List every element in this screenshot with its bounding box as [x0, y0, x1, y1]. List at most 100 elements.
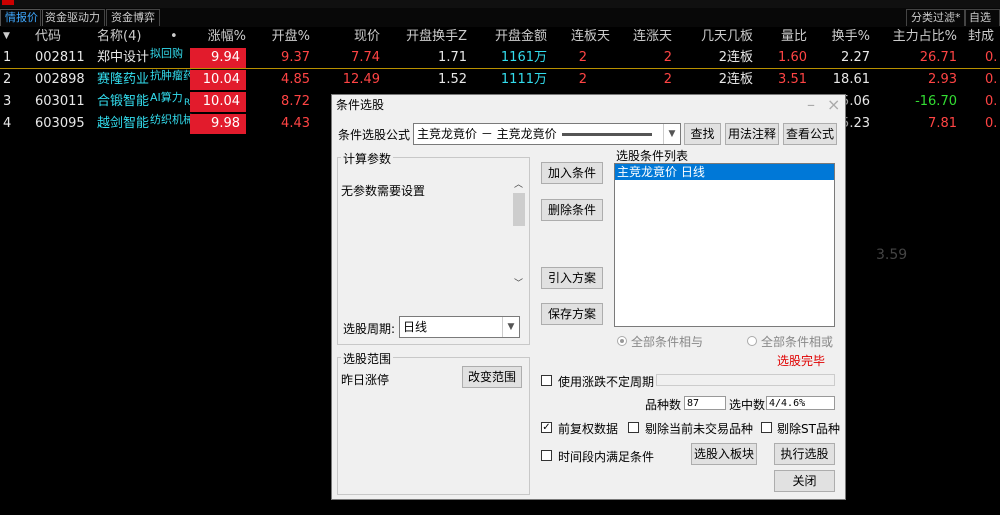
row-tag: 纺织机械 [150, 113, 194, 126]
tab-bar: 情报价 资金驱动力 资金博弈 分类过滤* 自选股 [0, 8, 1000, 40]
stock-screener-dialog: 条件选股 – × 条件选股公式 主竞龙竟价 － 主竞龙竟价 ▼ 查找 用法注释 … [331, 94, 846, 500]
scroll-down-icon[interactable]: ﹀ [514, 276, 523, 289]
adjust-label: 前复权数据 [558, 422, 619, 436]
chevron-down-icon[interactable]: ▼ [502, 317, 519, 337]
minimize-icon[interactable]: – [807, 95, 815, 115]
row-main-ratio: 26.71 [919, 50, 957, 65]
list-item[interactable]: 主竞龙竟价 日线 [615, 164, 834, 180]
exclude-st-label: 剔除ST品种 [777, 422, 840, 436]
scroll-up-icon[interactable]: ︿ [514, 177, 523, 190]
adjust-checkbox[interactable]: ✓ [541, 422, 552, 433]
row-main-ratio: -16.70 [915, 94, 957, 109]
row-chg-pct: 10.04 [190, 92, 246, 112]
row-main-ratio: 7.81 [928, 116, 957, 131]
row-price: 12.49 [342, 72, 380, 87]
radio-all-or[interactable] [747, 336, 757, 346]
row-chg-pct: 10.04 [190, 70, 246, 90]
execute-button[interactable]: 执行选股 [774, 443, 835, 465]
close-icon[interactable]: × [827, 95, 840, 115]
condition-list[interactable]: 主竞龙竟价 日线 [614, 163, 835, 327]
row-seal: 0. [985, 72, 998, 87]
tab-category-filter[interactable]: 分类过滤* [906, 9, 966, 26]
formula-select[interactable]: 主竞龙竟价 － 主竞龙竟价 ▼ [413, 123, 681, 145]
table-row[interactable]: 1 002811 郑中设计 拟回购 9.94 9.37 7.74 1.71 11… [0, 47, 1000, 69]
col-code[interactable]: 代码 [35, 27, 61, 46]
tab-quote-info[interactable]: 情报价 [0, 9, 43, 26]
col-vol-ratio[interactable]: 量比 [755, 27, 807, 46]
background-value: 3.59 [876, 247, 908, 263]
period-select[interactable]: 日线 ▼ [399, 316, 520, 338]
row-open-pct: 8.72 [281, 94, 310, 109]
row-limit-days: 2 [578, 50, 587, 65]
tab-watchlist[interactable]: 自选股 [964, 9, 1000, 40]
radio-all-and[interactable] [617, 336, 627, 346]
col-chg-pct[interactable]: 涨幅% [190, 27, 246, 46]
row-up-days: 2 [663, 72, 672, 87]
formula-label: 条件选股公式 [338, 128, 411, 142]
exclude-st-checkbox[interactable] [761, 422, 772, 433]
save-plan-button[interactable]: 保存方案 [541, 303, 603, 325]
selected-field: 4/4.6% [766, 396, 835, 410]
col-main-ratio[interactable]: 主力占比% [875, 27, 957, 46]
usage-notes-button[interactable]: 用法注释 [725, 123, 779, 145]
top-strip [0, 0, 1000, 8]
row-tag: 拟回购 [150, 47, 183, 60]
col-up-days[interactable]: 连涨天 [610, 27, 672, 46]
logo-mark [2, 0, 14, 5]
range-group-label: 选股范围 [341, 350, 394, 367]
row-turnover: 2.27 [841, 50, 870, 65]
row-open-amount: 1161万 [500, 50, 547, 65]
col-open-amount[interactable]: 开盘金额 [470, 27, 547, 46]
view-formula-button[interactable]: 查看公式 [783, 123, 837, 145]
row-open-turnover: 1.52 [438, 72, 467, 87]
radio-all-and-label: 全部条件相与 [631, 335, 704, 349]
row-name: 合锻智能 [97, 94, 150, 109]
col-limit-days[interactable]: 连板天 [550, 27, 610, 46]
change-range-button[interactable]: 改变范围 [462, 366, 522, 388]
row-main-ratio: 2.93 [928, 72, 957, 87]
radio-all-or-label: 全部条件相或 [761, 335, 834, 349]
chevron-down-icon[interactable]: ▼ [663, 124, 680, 144]
delete-condition-button[interactable]: 删除条件 [541, 199, 603, 221]
col-boards[interactable]: 几天几板 [675, 27, 753, 46]
row-open-turnover: 1.71 [438, 50, 467, 65]
add-condition-button[interactable]: 加入条件 [541, 162, 603, 184]
use-period-checkbox[interactable] [541, 375, 552, 386]
row-open-pct: 9.37 [281, 50, 310, 65]
col-open-turnover[interactable]: 开盘换手Z [385, 27, 467, 46]
exclude-untraded-checkbox[interactable] [628, 422, 639, 433]
close-button[interactable]: 关闭 [774, 470, 835, 492]
period-value: 日线 [403, 320, 428, 334]
import-plan-button[interactable]: 引入方案 [541, 267, 603, 289]
formula-value-overflow [562, 133, 653, 136]
tab-capital-drive[interactable]: 资金驱动力 [40, 9, 105, 26]
row-index: 4 [3, 116, 12, 131]
col-dot: • [170, 29, 178, 44]
col-name[interactable]: 名称(4) [97, 27, 141, 46]
status-text: 选股完毕 [777, 354, 826, 368]
row-limit-days: 2 [578, 72, 587, 87]
use-period-label: 使用涨跌不定周期 [558, 375, 655, 389]
row-index: 1 [3, 50, 12, 65]
dialog-title: 条件选股 [336, 98, 385, 112]
row-code: 603011 [35, 94, 85, 109]
row-code: 002898 [35, 72, 85, 87]
row-boards: 2连板 [718, 72, 753, 87]
add-to-block-button[interactable]: 选股入板块 [691, 443, 757, 465]
scroll-thumb[interactable] [513, 193, 525, 226]
row-seal: 0. [985, 50, 998, 65]
row-index: 2 [3, 72, 12, 87]
sort-arrow-icon[interactable]: ▼ [3, 27, 10, 46]
time-segment-checkbox[interactable] [541, 450, 552, 461]
find-button[interactable]: 查找 [684, 123, 721, 145]
condition-list-label: 选股条件列表 [616, 149, 689, 163]
count-field: 87 [684, 396, 726, 410]
row-boards: 2连板 [718, 50, 753, 65]
table-row[interactable]: 2 002898 赛隆药业 抗肿瘤药 10.04 4.85 12.49 1.52… [0, 69, 1000, 91]
col-price[interactable]: 现价 [320, 27, 380, 46]
params-scrollbar[interactable]: ︿ ﹀ [512, 175, 526, 291]
tab-capital-game[interactable]: 资金博弈 [106, 9, 160, 26]
col-open-pct[interactable]: 开盘% [250, 27, 310, 46]
col-seal[interactable]: 封成 [968, 27, 994, 46]
col-turnover[interactable]: 换手% [810, 27, 870, 46]
